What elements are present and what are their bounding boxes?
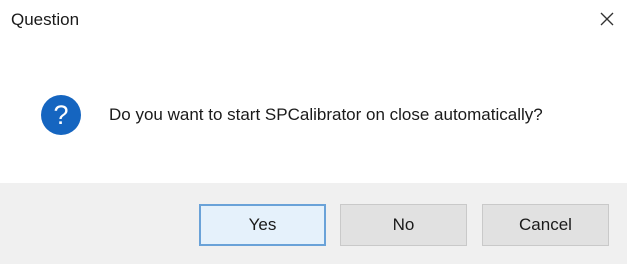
no-button[interactable]: No xyxy=(340,204,467,246)
dialog-title: Question xyxy=(11,10,80,29)
cancel-button[interactable]: Cancel xyxy=(482,204,609,246)
dialog-content: ? Do you want to start SPCalibrator on c… xyxy=(0,86,627,156)
question-dialog: Question ? Do you want to start SPCalibr… xyxy=(0,0,627,264)
question-icon-glyph: ? xyxy=(53,100,69,130)
question-icon: ? xyxy=(41,95,81,135)
yes-button[interactable]: Yes xyxy=(199,204,326,246)
button-bar: Yes No Cancel xyxy=(0,183,627,264)
close-icon xyxy=(600,12,614,26)
close-button[interactable] xyxy=(594,6,620,32)
dialog-message: Do you want to start SPCalibrator on clo… xyxy=(109,105,543,124)
